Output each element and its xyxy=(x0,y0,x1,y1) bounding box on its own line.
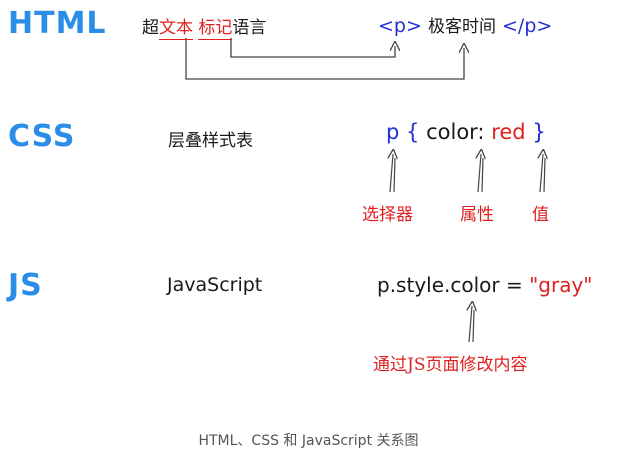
label-property: 属性 xyxy=(460,205,494,225)
css-code: p { color: red } xyxy=(386,120,546,144)
css-property-code: color: xyxy=(426,120,485,144)
arrow-selector xyxy=(390,154,395,193)
html-heading: HTML xyxy=(8,6,107,41)
html-term-biaoji: 标记 xyxy=(198,18,233,40)
figure-caption: HTML、CSS 和 JavaScript 关系图 xyxy=(198,433,419,449)
js-string-code: "gray" xyxy=(529,273,593,297)
html-term-suffix: 语言 xyxy=(232,18,267,38)
css-term: 层叠样式表 xyxy=(168,131,253,151)
arrow-js-note xyxy=(469,306,474,343)
arrow-wenben-to-close-tag xyxy=(185,38,464,80)
arrow-property xyxy=(478,154,483,193)
connector-arrows xyxy=(185,38,617,343)
label-selector: 选择器 xyxy=(362,205,413,225)
html-term: 超文本 标记语言 xyxy=(142,13,267,40)
js-statement-code: p.style.color = xyxy=(377,273,530,297)
js-code: p.style.color = "gray" xyxy=(377,273,593,297)
css-heading: CSS xyxy=(8,119,76,154)
html-code: <p> 极客时间 </p> xyxy=(378,12,552,37)
html-open-tag: <p> xyxy=(378,15,422,37)
js-term: JavaScript xyxy=(167,274,263,296)
css-brace-open: { xyxy=(406,120,420,144)
js-note-label: 通过JS页面修改内容 xyxy=(373,355,528,375)
css-brace-close: } xyxy=(532,120,546,144)
html-tag-content: 极客时间 xyxy=(427,17,496,37)
html-close-tag: </p> xyxy=(502,15,553,37)
css-value-code: red xyxy=(491,120,526,144)
html-term-prefix: 超 xyxy=(142,18,159,38)
arrow-biaoji-to-open-tag xyxy=(230,38,395,58)
js-heading: JS xyxy=(8,268,43,303)
arrow-value xyxy=(540,154,545,193)
html-term-wenben: 文本 xyxy=(159,18,193,40)
label-value: 值 xyxy=(532,205,549,225)
css-selector-code: p xyxy=(386,120,400,144)
